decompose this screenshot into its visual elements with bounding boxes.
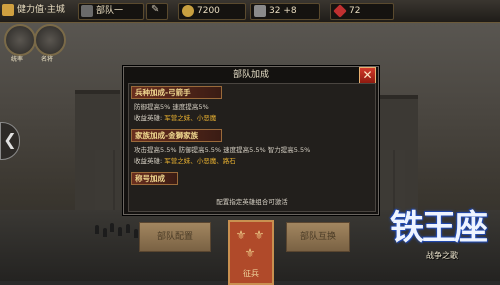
soldier-figure (134, 229, 138, 238)
family-stats: 攻击提高5.5% 防御提高5.5% 速度提高5.5% 智力提高5.5% (134, 146, 311, 154)
section-header-unit-type: 兵种加成-弓箭手 (131, 86, 222, 99)
modal-footer-note: 配置指定英雄组合可激活 (216, 198, 288, 206)
unit-selector[interactable]: 部队一 (78, 3, 144, 20)
troop-plus: +8 (283, 6, 297, 16)
family-heroes: 收益英雄: 军营之妹、小恶魔、路石 (134, 155, 236, 165)
heroes-prefix: 收益英雄: (134, 114, 163, 122)
general-label: 名将 (41, 56, 54, 63)
modal-title: 部队加成 (232, 70, 269, 80)
unit-label: 部队一 (96, 6, 124, 16)
top-resource-bar: 健力值·主城 部队一 ✎ 7200 32 +8 72 (0, 0, 500, 23)
coin-value: 7200 (197, 6, 220, 16)
recruit-banner-button[interactable]: ⚜ ⚜ ⚜ 征兵 (228, 220, 274, 285)
troop-swap-button[interactable]: 部队互换 (286, 222, 350, 252)
power-indicator: 健力值·主城 (2, 3, 65, 18)
recruit-label: 征兵 (243, 269, 259, 278)
troop-value: 32 (269, 6, 281, 16)
unit-icon (81, 4, 93, 17)
soldier-figure (95, 225, 99, 234)
fleur-icon: ⚜ (244, 246, 256, 260)
gem-value: 72 (349, 6, 361, 16)
helmet-icon (254, 4, 266, 17)
section-header-title: 称号加成 (131, 172, 178, 185)
gem-icon (333, 3, 347, 18)
section-header-family: 家族加成-金獅家族 (131, 129, 222, 142)
coin-counter: 7200 (178, 3, 246, 20)
fleur-icon: ⚜ (235, 228, 247, 242)
troop-config-button[interactable]: 部队配置 (139, 222, 211, 252)
troop-display: 32 +8 (254, 4, 297, 19)
modal-content: 兵种加成-弓箭手 防御提高5% 速度提高5% 收益英雄: 军营之妹、小恶魔 家族… (128, 83, 376, 212)
heroes-names: 军营之妹、小恶魔、路石 (164, 157, 236, 165)
fleur-icon: ⚜ (253, 228, 265, 242)
game-logo: 铁王座 战争之歌 (382, 192, 494, 274)
power-icon (2, 3, 14, 16)
heroes-prefix: 收益英雄: (134, 157, 163, 165)
troop-counter: 32 +8 (250, 3, 320, 20)
quill-icon: ✎ (151, 4, 160, 15)
heroes-names: 军营之妹、小恶魔 (164, 114, 217, 122)
soldier-figure (103, 228, 107, 237)
soldier-figure (110, 223, 114, 232)
command-button[interactable] (4, 24, 36, 56)
general-button[interactable] (34, 24, 66, 56)
chevron-left-icon: ❮ (3, 130, 17, 149)
soldier-figure (118, 227, 122, 236)
edit-button[interactable]: ✎ (146, 3, 168, 20)
troop-bonus-modal: 部队加成 ✕ 兵种加成-弓箭手 防御提高5% 速度提高5% 收益英雄: 军营之妹… (123, 66, 379, 215)
unit-type-heroes: 收益英雄: 军营之妹、小恶魔 (134, 112, 216, 122)
unit-type-stats: 防御提高5% 速度提高5% (134, 103, 209, 111)
coin-icon (182, 4, 194, 17)
power-label: 健力值·主城 (17, 5, 65, 15)
troop-swap-label: 部队互换 (299, 232, 336, 242)
gem-display: 72 (333, 3, 361, 19)
close-icon: ✕ (362, 68, 373, 82)
troop-config-label: 部队配置 (156, 232, 193, 242)
logo-title: 铁王座 (390, 208, 488, 248)
unit-selector-content: 部队一 (81, 4, 123, 19)
logo-subtitle: 战争之歌 (426, 251, 458, 260)
soldier-figure (126, 224, 130, 233)
coin-display: 7200 (182, 4, 220, 19)
gem-counter: 72 (330, 3, 394, 20)
command-label: 统率 (11, 56, 24, 63)
close-button[interactable]: ✕ (359, 67, 376, 84)
